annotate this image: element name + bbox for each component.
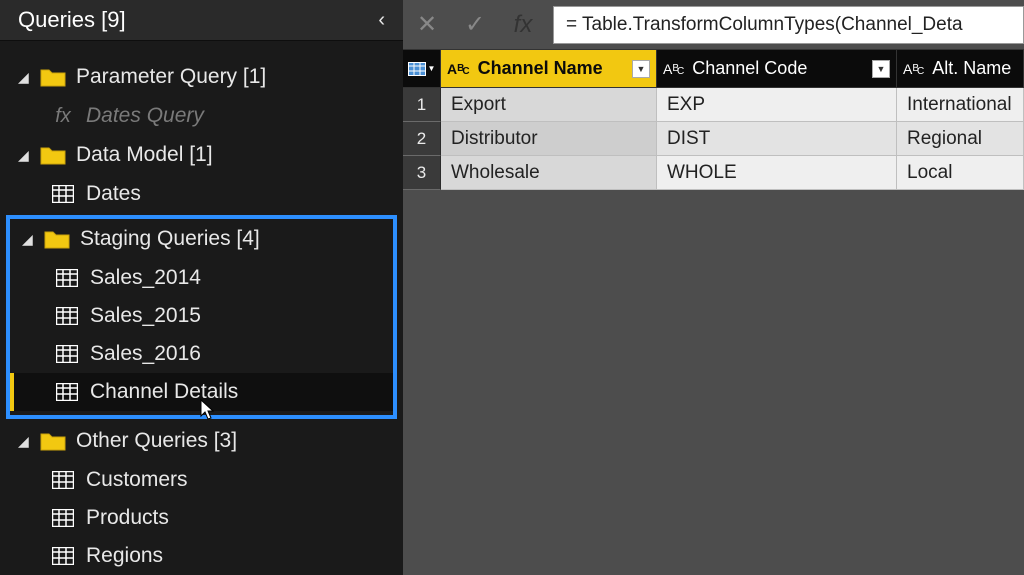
text-type-icon: ABC [663, 62, 686, 76]
table-cell[interactable]: Export [441, 88, 657, 122]
table-icon [56, 307, 78, 325]
highlighted-selection-box: ◢ Staging Queries [4] Sales_2014 Sales_2… [6, 215, 397, 419]
caret-down-icon: ◢ [18, 69, 30, 86]
column-header-alt-name[interactable]: ABC Alt. Name [897, 50, 1024, 88]
fx-icon: fx [52, 105, 74, 128]
table-cell[interactable]: Distributor [441, 122, 657, 156]
column-header-channel-code[interactable]: ABC Channel Code ▼ [657, 50, 897, 88]
group-other-queries[interactable]: ◢ Other Queries [3] [0, 421, 403, 461]
dropdown-caret-icon: ▼ [428, 64, 436, 73]
formula-bar: ✕ ✓ fx = Table.TransformColumnTypes(Chan… [403, 0, 1024, 50]
query-sales-2015[interactable]: Sales_2015 [10, 297, 393, 335]
table-cell[interactable]: WHOLE [657, 156, 897, 190]
column-label: Alt. Name [932, 58, 1017, 79]
query-sales-2016[interactable]: Sales_2016 [10, 335, 393, 373]
main-area: ✕ ✓ fx = Table.TransformColumnTypes(Chan… [403, 0, 1024, 575]
table-icon [408, 62, 426, 76]
folder-icon [40, 145, 66, 165]
query-label: Sales_2015 [90, 304, 201, 328]
folder-icon [40, 67, 66, 87]
sidebar-header: Queries [9] ‹ [0, 0, 403, 41]
table-options-button[interactable]: ▼ [403, 50, 441, 88]
data-grid: ▼ ABC Channel Name ▼ ABC Channel Code ▼ … [403, 50, 1024, 190]
query-sales-2014[interactable]: Sales_2014 [10, 259, 393, 297]
x-icon: ✕ [417, 10, 437, 39]
table-cell[interactable]: Wholesale [441, 156, 657, 190]
table-cell[interactable]: International [897, 88, 1024, 122]
column-filter-button[interactable]: ▼ [632, 60, 650, 78]
table-icon [56, 345, 78, 363]
query-dates[interactable]: Dates [0, 175, 403, 213]
folder-icon [40, 431, 66, 451]
formula-cancel-button[interactable]: ✕ [403, 0, 451, 50]
text-type-icon: ABC [903, 62, 926, 76]
query-label: Channel Details [90, 380, 238, 404]
query-regions[interactable]: Regions [0, 537, 403, 575]
folder-icon [44, 229, 70, 249]
table-cell[interactable]: Local [897, 156, 1024, 190]
query-customers[interactable]: Customers [0, 461, 403, 499]
query-label: Sales_2016 [90, 342, 201, 366]
query-label: Dates [86, 182, 141, 206]
collapse-sidebar-button[interactable]: ‹ [378, 9, 385, 32]
formula-accept-button[interactable]: ✓ [451, 0, 499, 50]
caret-down-icon: ◢ [18, 147, 30, 164]
check-icon: ✓ [465, 10, 485, 39]
table-cell[interactable]: EXP [657, 88, 897, 122]
query-label: Sales_2014 [90, 266, 201, 290]
table-icon [56, 269, 78, 287]
formula-input[interactable]: = Table.TransformColumnTypes(Channel_Det… [553, 6, 1024, 44]
query-dates-query[interactable]: fx Dates Query [0, 97, 403, 135]
row-number[interactable]: 2 [403, 122, 441, 156]
query-channel-details[interactable]: Channel Details [10, 373, 393, 411]
group-staging-queries[interactable]: ◢ Staging Queries [4] [10, 219, 393, 259]
group-data-model[interactable]: ◢ Data Model [1] [0, 135, 403, 175]
caret-down-icon: ◢ [18, 433, 30, 450]
table-icon [52, 185, 74, 203]
column-header-channel-name[interactable]: ABC Channel Name ▼ [441, 50, 657, 88]
table-icon [56, 383, 78, 401]
formula-fx-button[interactable]: fx [499, 0, 547, 50]
table-cell[interactable]: Regional [897, 122, 1024, 156]
column-label: Channel Code [692, 58, 866, 79]
query-label: Dates Query [86, 104, 204, 128]
column-label: Channel Name [478, 58, 626, 79]
fx-icon: fx [514, 11, 533, 39]
queries-sidebar: Queries [9] ‹ ◢ Parameter Query [1] fx D… [0, 0, 403, 575]
query-products[interactable]: Products [0, 499, 403, 537]
query-label: Regions [86, 544, 163, 568]
sidebar-title: Queries [9] [18, 7, 126, 33]
query-label: Customers [86, 468, 188, 492]
group-label: Other Queries [3] [76, 429, 237, 453]
caret-down-icon: ◢ [22, 231, 34, 248]
table-icon [52, 547, 74, 565]
table-icon [52, 509, 74, 527]
row-number[interactable]: 3 [403, 156, 441, 190]
queries-tree: ◢ Parameter Query [1] fx Dates Query ◢ D… [0, 41, 403, 575]
table-icon [52, 471, 74, 489]
row-number[interactable]: 1 [403, 88, 441, 122]
table-cell[interactable]: DIST [657, 122, 897, 156]
query-label: Products [86, 506, 169, 530]
text-type-icon: ABC [447, 62, 472, 76]
group-label: Data Model [1] [76, 143, 213, 167]
group-label: Staging Queries [4] [80, 227, 260, 251]
column-filter-button[interactable]: ▼ [872, 60, 890, 78]
group-parameter-query[interactable]: ◢ Parameter Query [1] [0, 57, 403, 97]
formula-text: = Table.TransformColumnTypes(Channel_Det… [566, 14, 963, 36]
group-label: Parameter Query [1] [76, 65, 266, 89]
